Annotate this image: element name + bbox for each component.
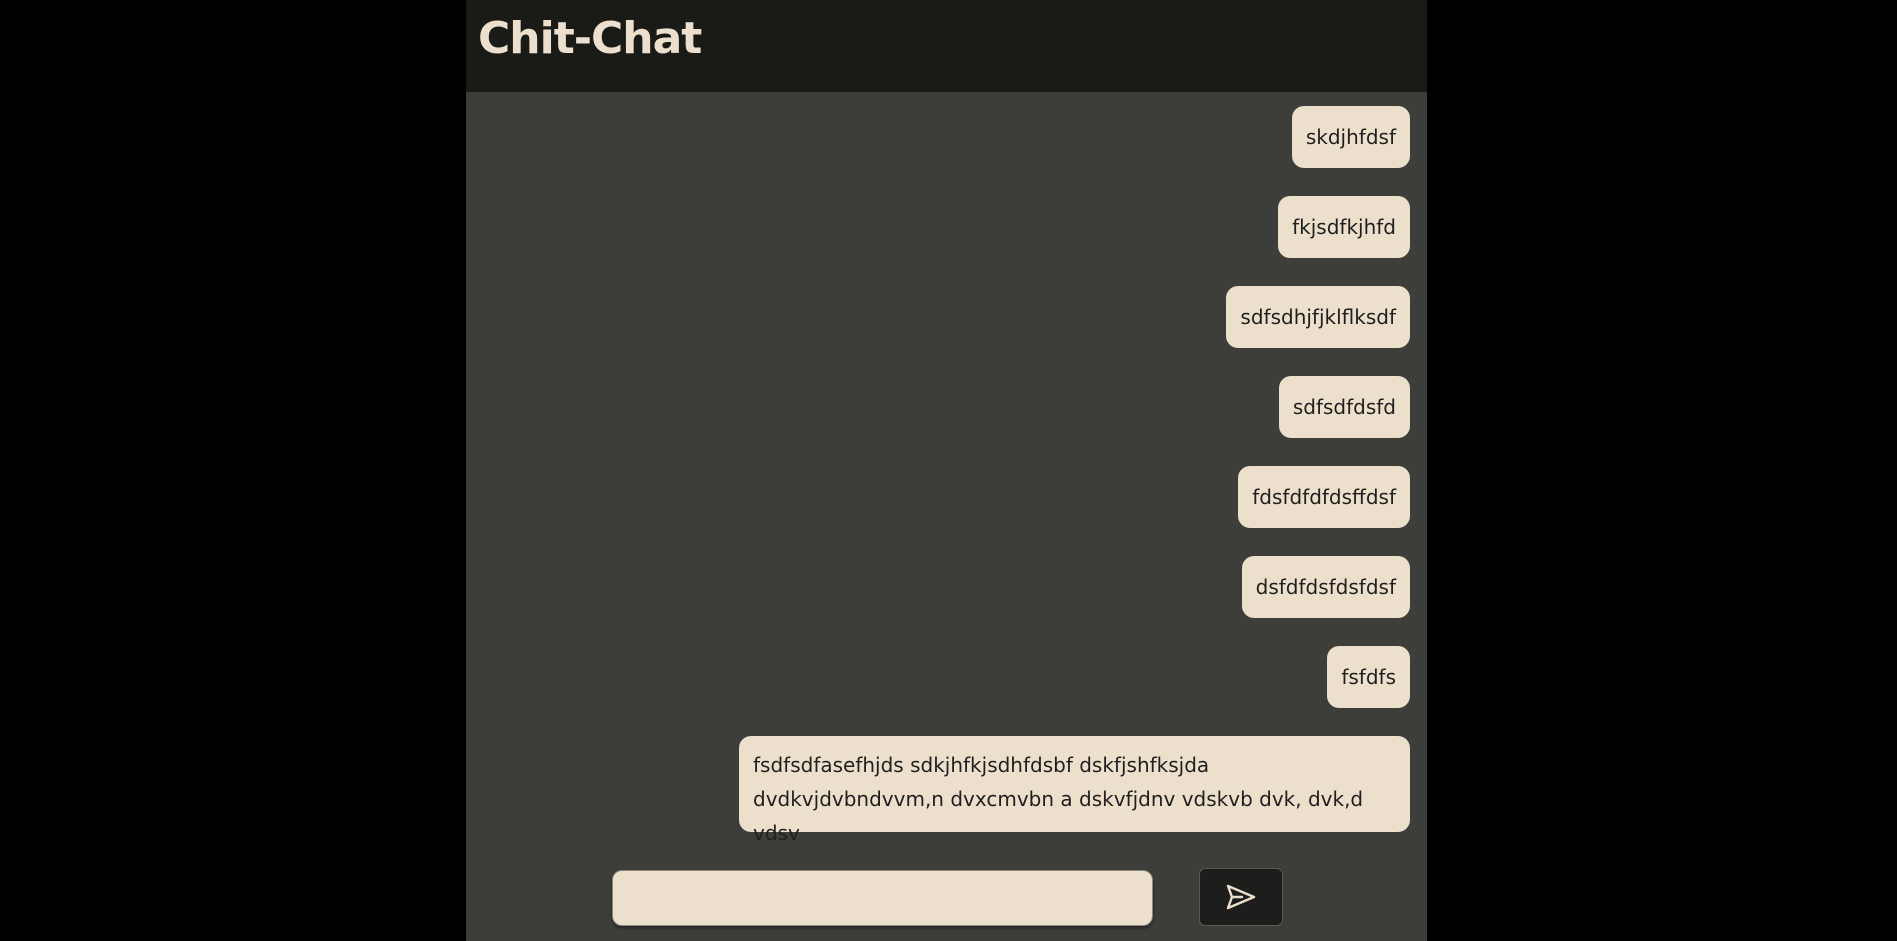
send-icon xyxy=(1226,884,1256,910)
message-bubble: fdsfdfdfdsffdsf xyxy=(1238,466,1410,528)
chat-app: Chit-Chat skdjhfdsf fkjsdfkjhfd sdfsdhjf… xyxy=(466,0,1427,941)
message-bubble: sdfsdhjfjklflksdf xyxy=(1226,286,1410,348)
message-bubble: fsdfsdfasefhjds sdkjhfkjsdhfdsbf dskfjsh… xyxy=(739,736,1410,845)
message-bubble: fkjsdfkjhfd xyxy=(1278,196,1410,258)
composer xyxy=(466,860,1427,941)
message-list: skdjhfdsf fkjsdfkjhfd sdfsdhjfjklflksdf … xyxy=(466,92,1427,845)
message-input[interactable] xyxy=(612,870,1153,926)
message-bubble: fsfdfs xyxy=(1327,646,1410,708)
message-bubble: dsfdfdsfdsfdsf xyxy=(1241,556,1410,618)
message-bubble: sdfsdfdsfd xyxy=(1278,376,1410,438)
header: Chit-Chat xyxy=(466,0,1427,92)
message-bubble: skdjhfdsf xyxy=(1291,106,1410,168)
app-title: Chit-Chat xyxy=(478,13,702,64)
send-button[interactable] xyxy=(1199,868,1283,926)
